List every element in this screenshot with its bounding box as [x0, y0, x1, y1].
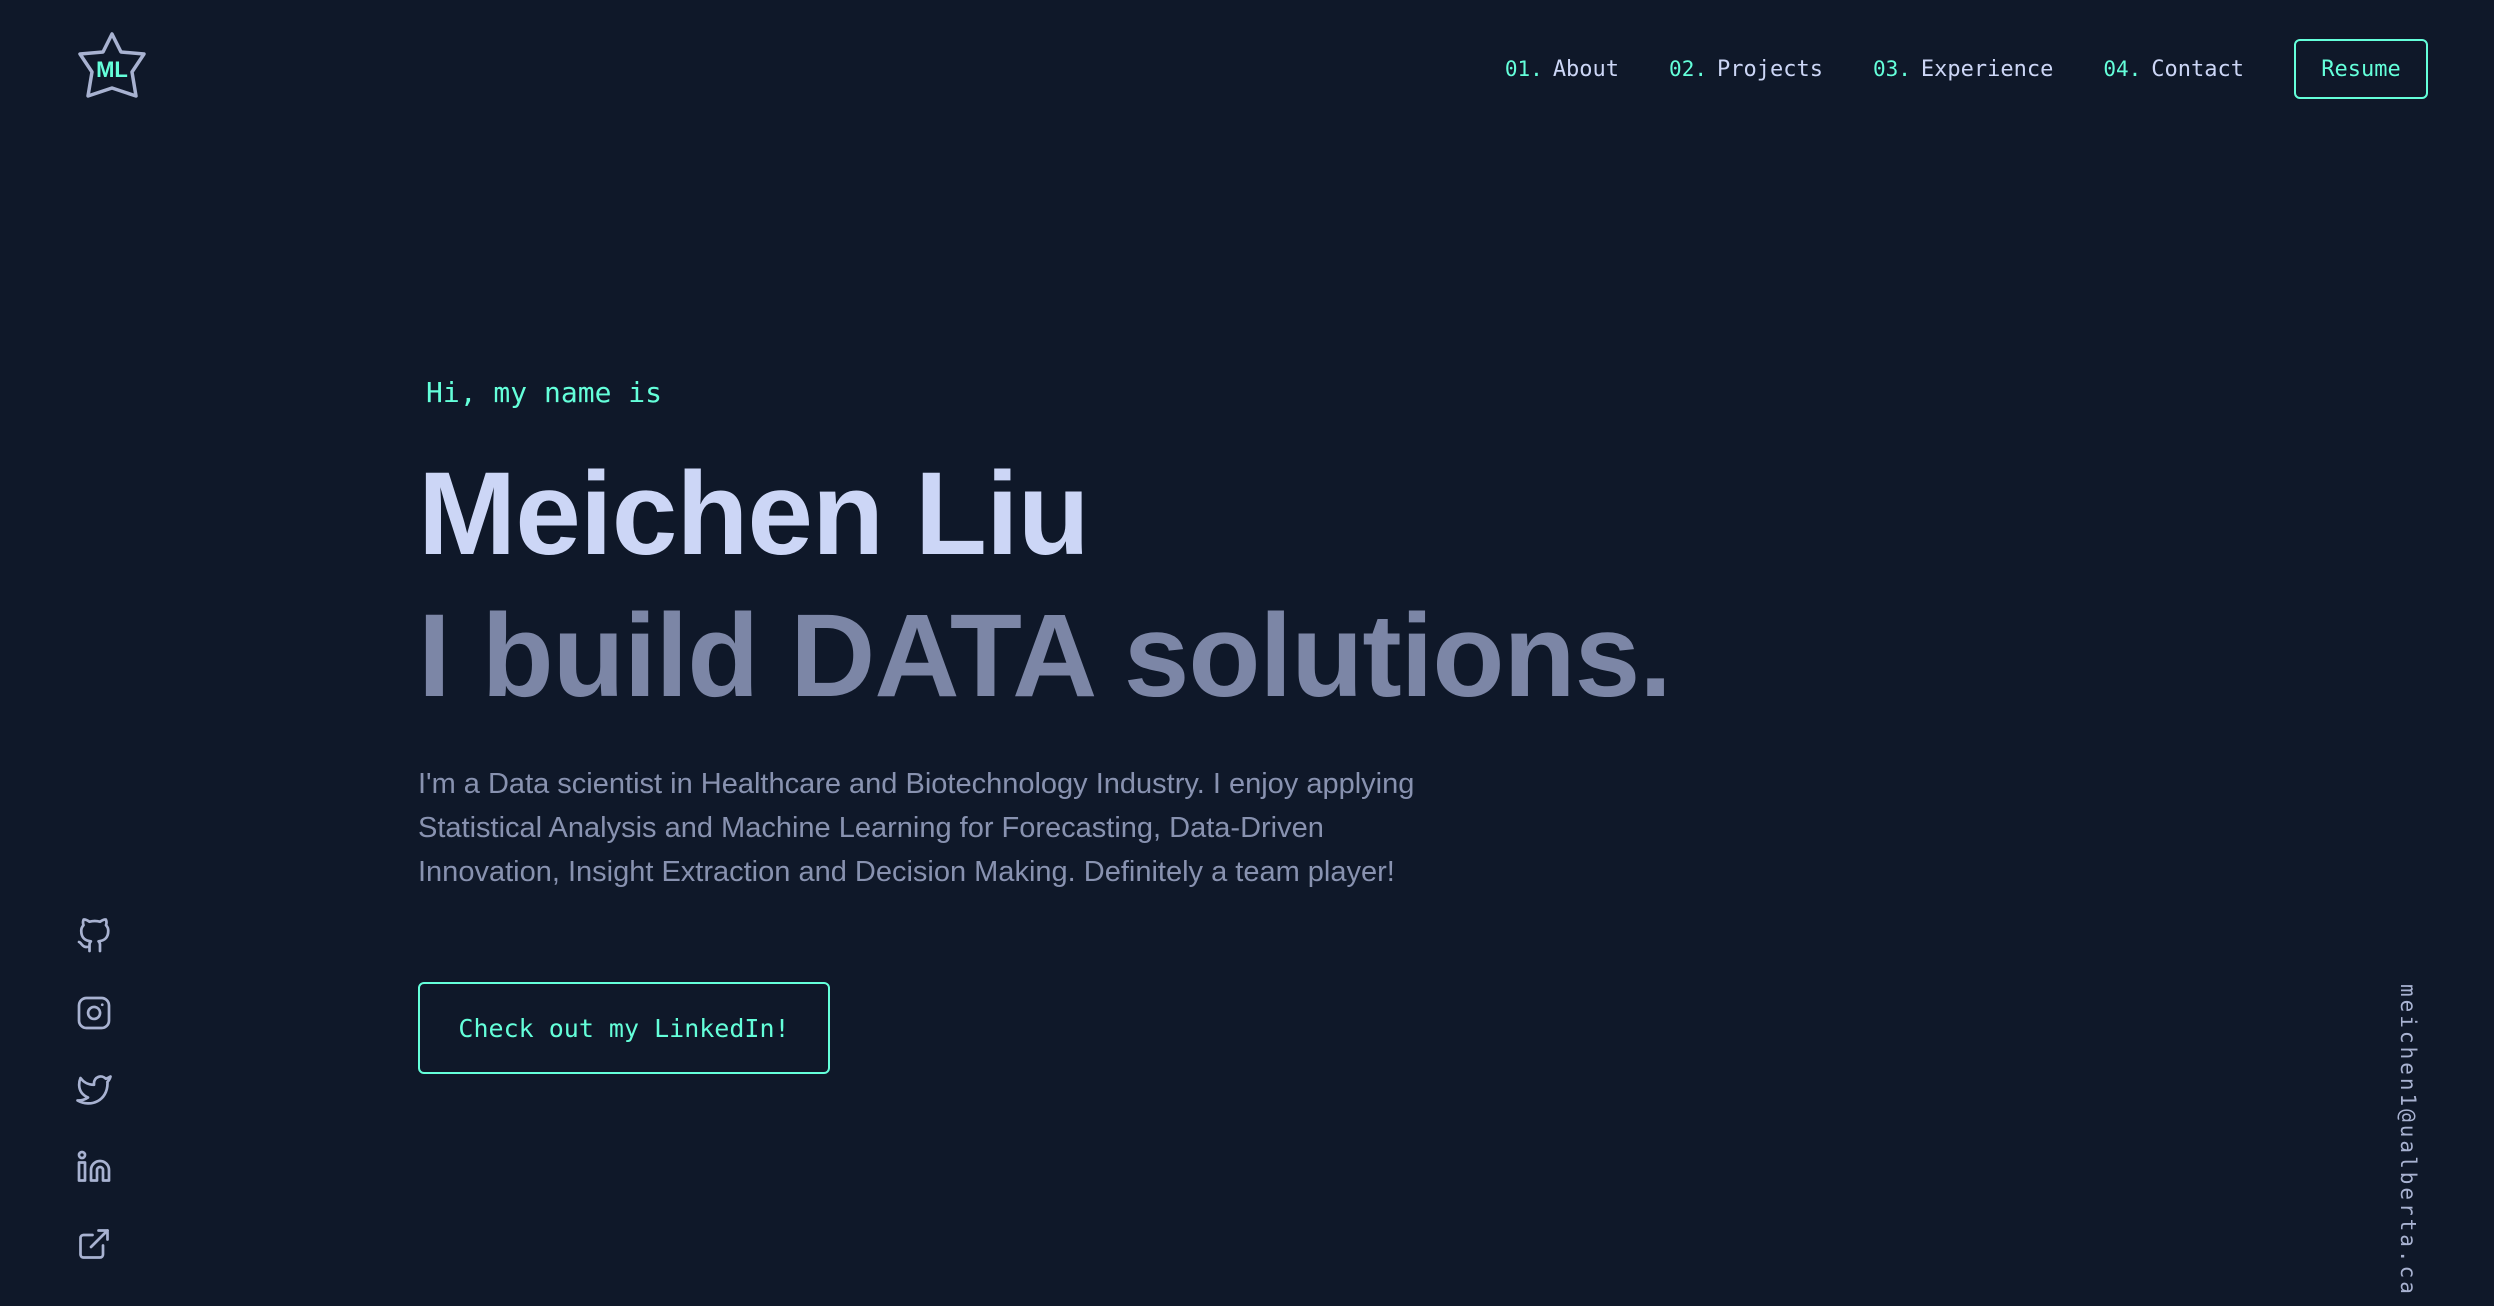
nav-label: Contact: [2151, 56, 2244, 82]
linkedin-icon: [77, 1150, 111, 1182]
nav-label: Projects: [1716, 56, 1823, 82]
nav-item-experience[interactable]: 03. Experience: [1873, 57, 2053, 82]
twitter-link[interactable]: [76, 1072, 112, 1108]
hero-tagline: I build DATA solutions.: [418, 590, 1672, 722]
nav-item-about[interactable]: 01. About: [1505, 57, 1619, 82]
external-link[interactable]: [76, 1226, 112, 1262]
nav-item-projects[interactable]: 02. Projects: [1669, 57, 1823, 82]
hero-intro: Hi, my name is: [426, 376, 663, 409]
hero-name: Meichen Liu: [418, 448, 1090, 580]
nav-number: 03.: [1872, 56, 1911, 81]
social-links: [76, 918, 112, 1303]
linkedin-link[interactable]: [76, 1149, 112, 1185]
resume-button[interactable]: Resume: [2294, 39, 2428, 99]
nav-label: Experience: [1920, 56, 2054, 82]
github-icon: [77, 918, 110, 953]
twitter-icon: [76, 1075, 112, 1105]
github-link[interactable]: [76, 918, 112, 954]
linkedin-cta-button[interactable]: Check out my LinkedIn!: [418, 982, 830, 1074]
instagram-link[interactable]: [76, 995, 112, 1031]
top-nav: 01. About 02. Projects 03. Experience 04…: [1505, 36, 2428, 102]
logo[interactable]: ML: [74, 30, 150, 102]
nav-number: 04.: [2103, 56, 2142, 81]
nav-number: 01.: [1504, 56, 1543, 81]
hero-description: I'm a Data scientist in Healthcare and B…: [418, 768, 1415, 888]
star-logo-icon: ML: [78, 32, 146, 98]
email-link[interactable]: meichen1@ualberta.ca: [2396, 984, 2420, 1297]
external-link-icon: [79, 1229, 109, 1259]
instagram-icon: [77, 996, 111, 1030]
nav-label: About: [1552, 56, 1620, 82]
nav-item-contact[interactable]: 04. Contact: [2103, 57, 2244, 82]
nav-number: 02.: [1669, 56, 1707, 81]
logo-text: ML: [96, 57, 128, 82]
